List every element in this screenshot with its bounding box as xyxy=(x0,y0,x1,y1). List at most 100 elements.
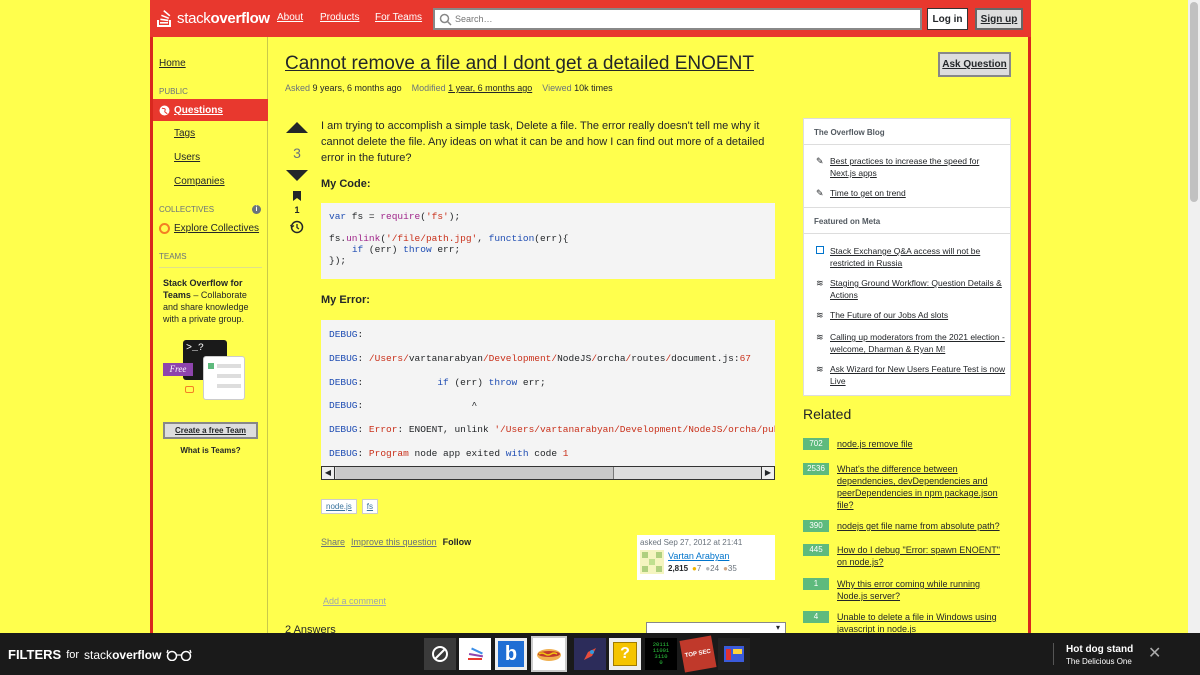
filter-bootstrap-button[interactable]: b xyxy=(495,638,527,670)
related-link[interactable]: How do I debug "Error: spawn ENOENT" on … xyxy=(837,544,1008,568)
question-block-icon: ? xyxy=(613,642,637,666)
meta-item-link[interactable]: Ask Wizard for New Users Feature Test is… xyxy=(830,363,1006,387)
sidebar-item-questions[interactable]: Questions xyxy=(153,99,268,121)
sidebar-item-users[interactable]: Users xyxy=(174,152,200,163)
avatar[interactable] xyxy=(640,550,664,574)
meta-item[interactable]: Stack Exchange Q&A access will not be re… xyxy=(816,245,1006,269)
related-item[interactable]: 4 Unable to delete a file in Windows usin… xyxy=(803,611,1008,633)
meta-item-link[interactable]: Staging Ground Workflow: Question Detail… xyxy=(830,277,1006,301)
modified-value[interactable]: 1 year, 6 months ago xyxy=(448,83,532,93)
related-count: 1 xyxy=(803,578,829,590)
related-link[interactable]: Unable to delete a file in Windows using… xyxy=(837,611,1008,633)
filter-hotdog-button[interactable] xyxy=(531,636,567,672)
vote-score: 3 xyxy=(293,145,301,161)
history-icon[interactable] xyxy=(290,220,304,234)
tag-nodejs[interactable]: node.js xyxy=(321,499,357,514)
comment-icon xyxy=(816,245,830,269)
page-scroll-thumb[interactable] xyxy=(1190,2,1198,202)
ask-question-button[interactable]: Ask Question xyxy=(938,52,1011,77)
tag-fs[interactable]: fs xyxy=(361,499,379,514)
signup-button[interactable]: Sign up xyxy=(975,8,1023,30)
sidebar-item-companies[interactable]: Companies xyxy=(174,176,225,187)
asked-value: 9 years, 6 months ago xyxy=(312,83,402,93)
viewed-label: Viewed xyxy=(542,83,572,93)
answers-heading: 2 Answers xyxy=(285,625,336,633)
filter-mystery-button[interactable]: ? xyxy=(609,638,641,670)
what-is-teams-link[interactable]: What is Teams? xyxy=(159,446,262,455)
create-team-button[interactable]: Create a free Team xyxy=(163,422,258,439)
bookmark-icon[interactable] xyxy=(292,190,302,202)
search-box[interactable] xyxy=(433,8,922,30)
meta-item[interactable]: ≋ Staging Ground Workflow: Question Detai… xyxy=(816,277,1006,301)
search-input[interactable] xyxy=(455,12,915,26)
stack-small-icon: ≋ xyxy=(816,310,824,320)
related-item[interactable]: 1 Why this error coming while running Nod… xyxy=(803,578,1008,602)
user-name[interactable]: Vartan Arabyan xyxy=(668,551,729,561)
meta-item-link[interactable]: Stack Exchange Q&A access will not be re… xyxy=(830,245,1006,269)
blog-item[interactable]: ✎ Best practices to increase the speed fo… xyxy=(816,155,1006,179)
blog-item-link[interactable]: Time to get on trend xyxy=(830,187,906,199)
user-rep: 2,815 xyxy=(668,564,689,573)
nav-about[interactable]: About xyxy=(277,12,303,23)
error-block[interactable]: DEBUG: DEBUG: /Users/vartanarabyan/Devel… xyxy=(321,320,775,466)
related-count: 390 xyxy=(803,520,829,532)
related-link[interactable]: Why this error coming while running Node… xyxy=(837,578,1008,602)
logo[interactable]: stack overflow xyxy=(156,7,270,29)
upvote-icon[interactable] xyxy=(285,120,309,134)
downvote-icon[interactable] xyxy=(285,169,309,183)
related-link[interactable]: nodejs get file name from absolute path? xyxy=(837,520,1000,532)
meta-item[interactable]: ≋ Calling up moderators from the 2021 ele… xyxy=(816,331,1006,355)
filter-top-secret-button[interactable]: TOP SEC xyxy=(679,635,717,673)
chat-icon xyxy=(185,386,194,393)
filter-matrix-button[interactable]: 20111 11001 3110 0 xyxy=(645,638,677,670)
filter-space-button[interactable] xyxy=(574,638,606,670)
improve-link[interactable]: Improve this question xyxy=(351,537,437,547)
nav-products[interactable]: Products xyxy=(320,12,359,23)
nav-for-teams[interactable]: For Teams xyxy=(375,12,422,23)
sidebar-item-explore-collectives[interactable]: Explore Collectives xyxy=(174,223,259,234)
login-button[interactable]: Log in xyxy=(927,8,968,30)
meta-item[interactable]: ≋ Ask Wizard for New Users Feature Test i… xyxy=(816,363,1006,387)
filter-none-button[interactable] xyxy=(424,638,456,670)
blog-heading: The Overflow Blog xyxy=(814,128,885,137)
related-item[interactable]: 702 node.js remove file xyxy=(803,438,1008,450)
related-item[interactable]: 2536 What's the difference between depend… xyxy=(803,463,1008,511)
code-scrollbar[interactable]: ◀ ▶ xyxy=(321,466,775,480)
close-icon[interactable]: ✕ xyxy=(1148,643,1161,663)
left-sidebar: Home PUBLIC Questions Tags Users Compani… xyxy=(153,37,268,633)
meta-item-link[interactable]: The Future of our Jobs Ad slots xyxy=(830,309,948,321)
overflow-blog-widget: The Overflow Blog ✎ Best practices to inc… xyxy=(803,118,1011,396)
asked-date: asked Sep 27, 2012 at 21:41 xyxy=(640,538,743,547)
related-link[interactable]: node.js remove file xyxy=(837,438,913,450)
share-link[interactable]: Share xyxy=(321,537,345,547)
scroll-right-arrow-icon[interactable]: ▶ xyxy=(761,467,774,479)
rocket-icon xyxy=(584,648,596,660)
my-code-label: My Code: xyxy=(321,178,371,190)
question-body: I am trying to accomplish a simple task,… xyxy=(321,120,765,164)
question-title[interactable]: Cannot remove a file and I dont get a de… xyxy=(285,53,754,75)
info-icon[interactable]: i xyxy=(252,205,261,214)
filter-stack-button[interactable] xyxy=(459,638,491,670)
meta-item[interactable]: ≋ The Future of our Jobs Ad slots xyxy=(816,309,1006,321)
related-item[interactable]: 390 nodejs get file name from absolute pa… xyxy=(803,520,1008,532)
blog-item-link[interactable]: Best practices to increase the speed for… xyxy=(830,155,1006,179)
window-icon xyxy=(724,646,744,662)
teams-illustration: >_? Free xyxy=(163,338,259,413)
sidebar-item-tags[interactable]: Tags xyxy=(174,128,195,139)
add-comment-link[interactable]: Add a comment xyxy=(323,596,386,606)
scroll-thumb[interactable] xyxy=(336,467,614,479)
stack-logo-icon xyxy=(157,10,171,27)
related-link[interactable]: What's the difference between dependenci… xyxy=(837,463,1008,511)
filter-retro-button[interactable] xyxy=(718,638,750,670)
follow-link[interactable]: Follow xyxy=(443,537,472,547)
my-error-label: My Error: xyxy=(321,294,370,306)
sidebar-item-home[interactable]: Home xyxy=(159,58,186,69)
page-scrollbar[interactable] xyxy=(1188,0,1200,633)
code-block[interactable]: var fs = require('fs'); fs.unlink('/file… xyxy=(321,203,775,279)
filters-title: FILTERS for stackoverflow xyxy=(8,647,193,662)
related-item[interactable]: 445 How do I debug "Error: spawn ENOENT" … xyxy=(803,544,1008,568)
sort-select[interactable]: ▾ xyxy=(646,622,786,633)
scroll-left-arrow-icon[interactable]: ◀ xyxy=(322,467,335,479)
blog-item[interactable]: ✎ Time to get on trend xyxy=(816,187,1006,199)
meta-item-link[interactable]: Calling up moderators from the 2021 elec… xyxy=(830,331,1006,355)
